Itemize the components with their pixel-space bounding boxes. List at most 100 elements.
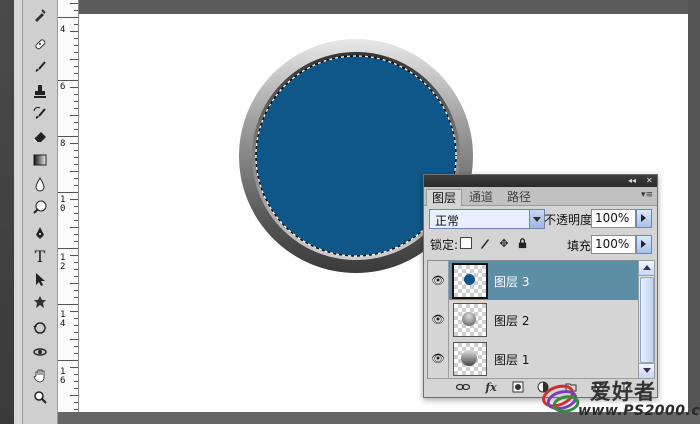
blend-mode-value: 正常 <box>435 214 460 228</box>
document-right-edge <box>688 0 700 424</box>
eye-icon[interactable]: 👁 <box>428 339 449 378</box>
lock-position-move-icon[interactable]: ✥ <box>498 237 510 250</box>
ruler-tick <box>74 213 78 214</box>
ruler-tick <box>74 206 78 207</box>
collapse-panel-icon[interactable]: ◂◂ <box>628 176 636 186</box>
layer-name[interactable]: 图层 3 <box>494 273 529 290</box>
layer-row-2[interactable]: 👁 图层 2 <box>428 300 638 340</box>
lock-transparent-icon[interactable] <box>460 237 472 249</box>
ruler-tick <box>70 31 78 32</box>
ruler-tick <box>74 241 78 242</box>
gradient-icon[interactable] <box>25 151 55 169</box>
ruler-tick <box>74 10 78 11</box>
ruler-label: 1 0 <box>60 195 66 214</box>
ruler-tick <box>74 66 78 67</box>
ruler-tick <box>74 381 78 382</box>
ruler-tick <box>74 220 78 221</box>
layer-name[interactable]: 图层 1 <box>494 351 529 368</box>
layer-row-3[interactable]: 👁 图层 3 <box>428 261 638 301</box>
ruler-tick <box>74 178 78 179</box>
eraser-icon[interactable] <box>25 127 55 145</box>
watermark-url: www.PS2000.cn <box>578 403 700 419</box>
custom-shape-icon[interactable] <box>25 293 55 311</box>
spot-healing-brush-icon[interactable] <box>25 35 55 53</box>
layer-thumbnail <box>453 342 487 376</box>
ruler-tick <box>58 304 78 305</box>
scroll-thumb[interactable] <box>640 277 654 363</box>
layer-row-1[interactable]: 👁 图层 1 <box>428 339 638 379</box>
document-top-bar <box>79 0 700 14</box>
tab-paths[interactable]: 路径 <box>502 189 536 205</box>
history-brush-icon[interactable] <box>25 105 55 123</box>
lock-image-brush-icon[interactable] <box>479 237 491 249</box>
ruler-tick <box>70 87 78 88</box>
fx-icon[interactable]: fx <box>484 381 498 394</box>
ruler-tick <box>74 297 78 298</box>
tab-layers[interactable]: 图层 <box>426 189 463 206</box>
ruler-tick <box>74 332 78 333</box>
opacity-slider-button[interactable] <box>636 209 652 228</box>
hand-icon[interactable] <box>25 366 55 384</box>
eye-icon[interactable]: 👁 <box>428 261 449 300</box>
dodge-icon[interactable] <box>25 198 55 216</box>
eye-icon[interactable]: 👁 <box>428 300 449 339</box>
ruler-tick <box>74 73 78 74</box>
ruler-tick <box>70 59 78 60</box>
scroll-up-button[interactable] <box>639 261 654 276</box>
close-panel-icon[interactable]: ✕ <box>646 176 653 186</box>
ruler-tick <box>58 192 78 193</box>
ruler-tick <box>74 276 78 277</box>
link-icon[interactable] <box>456 381 470 393</box>
ruler-tick <box>74 108 78 109</box>
pen-icon[interactable] <box>25 224 55 242</box>
opacity-field[interactable]: 100% <box>591 209 636 228</box>
ruler-tick <box>74 101 78 102</box>
panel-header-bar: ◂◂ ✕ <box>424 175 657 187</box>
ruler-tick <box>74 346 78 347</box>
ruler-tick <box>74 325 78 326</box>
layer-thumb-blue-dot <box>464 274 475 285</box>
lock-label: 锁定: <box>430 238 459 252</box>
eyedropper-icon[interactable] <box>25 6 55 24</box>
chevron-down-icon[interactable] <box>529 210 544 228</box>
3d-orbit-icon[interactable] <box>25 343 55 361</box>
layers-scrollbar[interactable] <box>638 260 655 379</box>
layer-thumbnail <box>452 263 488 299</box>
ruler-tick <box>70 255 78 256</box>
tools-column: T <box>22 0 58 424</box>
zoom-icon[interactable] <box>25 388 55 406</box>
blur-drop-icon[interactable] <box>25 175 55 193</box>
ruler-tick <box>74 269 78 270</box>
ruler-tick <box>70 395 78 396</box>
ruler-tick <box>70 171 78 172</box>
ruler-tick <box>74 129 78 130</box>
panel-menu-icon[interactable]: ▾≡ <box>641 190 653 200</box>
ruler-tick <box>74 150 78 151</box>
ruler-tick <box>74 402 78 403</box>
blend-mode-select[interactable]: 正常 <box>429 209 545 229</box>
ruler-tick <box>74 262 78 263</box>
fill-slider-button[interactable] <box>636 235 652 254</box>
ruler-tick <box>74 234 78 235</box>
layer-thumb-gray-dome <box>462 312 476 326</box>
path-selection-icon[interactable] <box>25 270 55 288</box>
ruler-tick <box>70 199 78 200</box>
ruler-tick <box>74 164 78 165</box>
ruler-tick <box>58 136 78 137</box>
brush-icon[interactable] <box>25 58 55 76</box>
ruler-tick <box>74 122 78 123</box>
fill-field[interactable]: 100% <box>591 235 636 254</box>
ruler-tick <box>74 409 78 410</box>
type-icon[interactable]: T <box>25 247 55 266</box>
lock-all-icon[interactable] <box>516 237 528 249</box>
ruler-label: 6 <box>60 82 66 92</box>
tab-channels[interactable]: 通道 <box>464 189 498 205</box>
layer-name[interactable]: 图层 2 <box>494 312 529 329</box>
mask-icon[interactable] <box>511 381 525 393</box>
3d-rotate-icon[interactable] <box>25 319 55 337</box>
layer-thumb-gray-circle <box>461 350 477 366</box>
clone-stamp-icon[interactable] <box>25 82 55 100</box>
tools-panel-gutter <box>0 0 14 424</box>
vertical-ruler[interactable]: 4 6 8 1 0 1 2 1 4 1 6 <box>58 0 79 412</box>
ruler-tick <box>70 115 78 116</box>
